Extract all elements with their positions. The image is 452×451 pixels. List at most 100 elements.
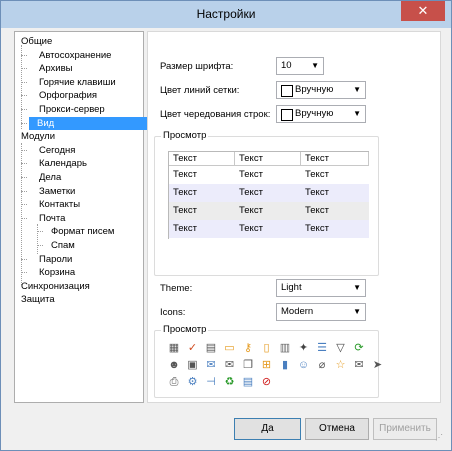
cancel-button[interactable]: Отмена bbox=[305, 418, 369, 440]
row-color-select[interactable]: Вручную ▼ bbox=[276, 105, 366, 123]
chevron-down-icon: ▼ bbox=[353, 307, 361, 316]
title-bar: Настройки ✕ bbox=[1, 1, 451, 28]
grid-cell: Текст bbox=[173, 169, 197, 180]
icons-value: Modern bbox=[281, 306, 314, 317]
tree-item[interactable]: Пароли bbox=[37, 253, 74, 266]
tree-line bbox=[21, 149, 27, 151]
tree-line bbox=[21, 204, 27, 206]
tree-line bbox=[21, 258, 27, 260]
pin-left-icon: ⊣ bbox=[206, 376, 216, 388]
tree-item[interactable]: Корзина bbox=[37, 266, 77, 279]
calendar-icon: ▦ bbox=[168, 342, 180, 354]
tree-item[interactable]: Орфография bbox=[37, 89, 99, 102]
tree-line bbox=[21, 109, 27, 110]
page-icon: ▯ bbox=[263, 342, 270, 354]
preview-grid: Текст Текст Текст Текст Текст Текст Текст Текст… bbox=[168, 151, 369, 239]
grid-header-row: Текст Текст Текст bbox=[169, 152, 369, 166]
font-size-select[interactable]: 10 ▼ bbox=[276, 57, 324, 75]
theme-select[interactable]: Light ▼ bbox=[276, 279, 366, 297]
row-color-label: Цвет чередования строк: bbox=[160, 109, 271, 120]
tree-item[interactable]: Контакты bbox=[37, 198, 82, 211]
icons-label: Icons: bbox=[160, 307, 186, 318]
tree-item[interactable]: Защита bbox=[19, 293, 57, 306]
task-check-icon: ✓ bbox=[187, 342, 198, 354]
tree-item[interactable]: Дела bbox=[37, 171, 63, 184]
grid-color-select[interactable]: Вручную ▼ bbox=[276, 81, 366, 99]
tree-item[interactable]: Горячие клавиши bbox=[37, 76, 118, 89]
envelope-icon: ✉ bbox=[354, 359, 364, 371]
tree-item[interactable]: Автосохранение bbox=[37, 49, 113, 62]
contacts-book-icon: ▣ bbox=[187, 359, 198, 371]
tree-line bbox=[21, 68, 27, 70]
tree-item[interactable]: Сегодня bbox=[37, 144, 77, 157]
apply-button[interactable]: Применить bbox=[373, 418, 437, 440]
tree-line bbox=[37, 224, 38, 254]
mail-icon: ✉ bbox=[206, 359, 216, 371]
tree-item[interactable]: Синхронизация bbox=[19, 280, 92, 293]
chevron-down-icon: ▼ bbox=[353, 85, 361, 94]
grid-row: Текст Текст Текст bbox=[169, 166, 369, 184]
tree-item[interactable]: Общие bbox=[19, 35, 54, 48]
gear-icon: ⚙ bbox=[187, 376, 198, 388]
row-color-value: Вручную bbox=[295, 108, 334, 119]
grid-cell: Текст bbox=[239, 223, 263, 234]
tree-item[interactable]: Вид bbox=[29, 116, 151, 130]
key-icon: ⚷ bbox=[243, 342, 253, 354]
tree-item[interactable]: Архивы bbox=[37, 62, 74, 75]
attachment-icon: ⌀ bbox=[318, 359, 326, 371]
tree-item[interactable]: Формат писем bbox=[49, 225, 116, 238]
grid-cell: Текст bbox=[305, 187, 329, 198]
recycle-icon: ♻ bbox=[224, 376, 235, 388]
grid-header-cell: Текст bbox=[301, 152, 369, 165]
tree-item[interactable]: Заметки bbox=[37, 185, 77, 198]
note-icon: ▭ bbox=[224, 342, 235, 354]
icons-select[interactable]: Modern ▼ bbox=[276, 303, 366, 321]
sync-icon: ⟳ bbox=[354, 342, 364, 354]
people-icon: ☻ bbox=[168, 359, 180, 371]
grid-cell: Текст bbox=[239, 169, 263, 180]
preview-label: Просмотр bbox=[161, 130, 209, 141]
contact-card-icon: ▤ bbox=[205, 342, 217, 354]
grid-color-label: Цвет линий сетки: bbox=[160, 85, 240, 96]
tree-item[interactable]: Календарь bbox=[37, 157, 89, 170]
dialog-body: Общие Автосохранение Архивы Горячие клавиши… bbox=[7, 28, 445, 444]
color-swatch-icon bbox=[281, 85, 293, 97]
trash-icon: ▥ bbox=[279, 342, 291, 354]
book-icon: ▮ bbox=[281, 359, 289, 371]
grid-cell: Текст bbox=[239, 205, 263, 216]
filter-icon: ▽ bbox=[336, 342, 345, 354]
tree-item[interactable]: Модули bbox=[19, 130, 57, 143]
settings-window: Настройки ✕ Общие Автосохранение Архивы Гор… bbox=[0, 0, 452, 451]
grid-cell: Текст bbox=[305, 169, 329, 180]
tree-line bbox=[21, 272, 27, 274]
grid-cell: Текст bbox=[173, 205, 197, 216]
tree-line bbox=[21, 190, 27, 192]
grid-cell: Текст bbox=[305, 205, 329, 216]
grid-row: Текст Текст Текст bbox=[169, 184, 369, 202]
resize-grip-icon[interactable]: ⋰ bbox=[435, 433, 443, 442]
chevron-down-icon: ▼ bbox=[353, 109, 361, 118]
tree-item[interactable]: Прокси-сервер bbox=[37, 103, 107, 116]
list-icon: ☰ bbox=[317, 342, 327, 354]
window-title: Настройки bbox=[196, 7, 256, 21]
printer-icon: ⎙ bbox=[169, 376, 179, 388]
grid-header-cell: Текст bbox=[235, 152, 301, 165]
grid-cell: Текст bbox=[173, 223, 197, 234]
tree-item[interactable]: Спам bbox=[49, 239, 77, 252]
grid-preview-group: Просмотр Текст Текст Текст Текст Текст Текст Т… bbox=[154, 130, 379, 276]
theme-label: Theme: bbox=[160, 283, 193, 294]
star-icon: ☆ bbox=[335, 359, 346, 371]
preview-label: Просмотр bbox=[161, 324, 209, 335]
grid-row: Текст Текст Текст bbox=[169, 202, 369, 220]
close-button[interactable]: ✕ bbox=[401, 1, 445, 21]
ok-button[interactable]: Да bbox=[234, 418, 301, 440]
theme-value: Light bbox=[281, 282, 302, 293]
presentation-icon: ▤ bbox=[242, 376, 254, 388]
tree-item[interactable]: Почта bbox=[37, 212, 67, 225]
person-icon: ☺ bbox=[297, 359, 310, 371]
pin-icon: ✦ bbox=[298, 342, 309, 354]
tree-line bbox=[21, 54, 27, 56]
settings-tree: Общие Автосохранение Архивы Горячие клавиши… bbox=[14, 31, 151, 403]
tree-line bbox=[21, 163, 27, 165]
view-settings-panel: Размер шрифта: 10 ▼ Цвет линий сетки: Вр… bbox=[147, 31, 441, 403]
